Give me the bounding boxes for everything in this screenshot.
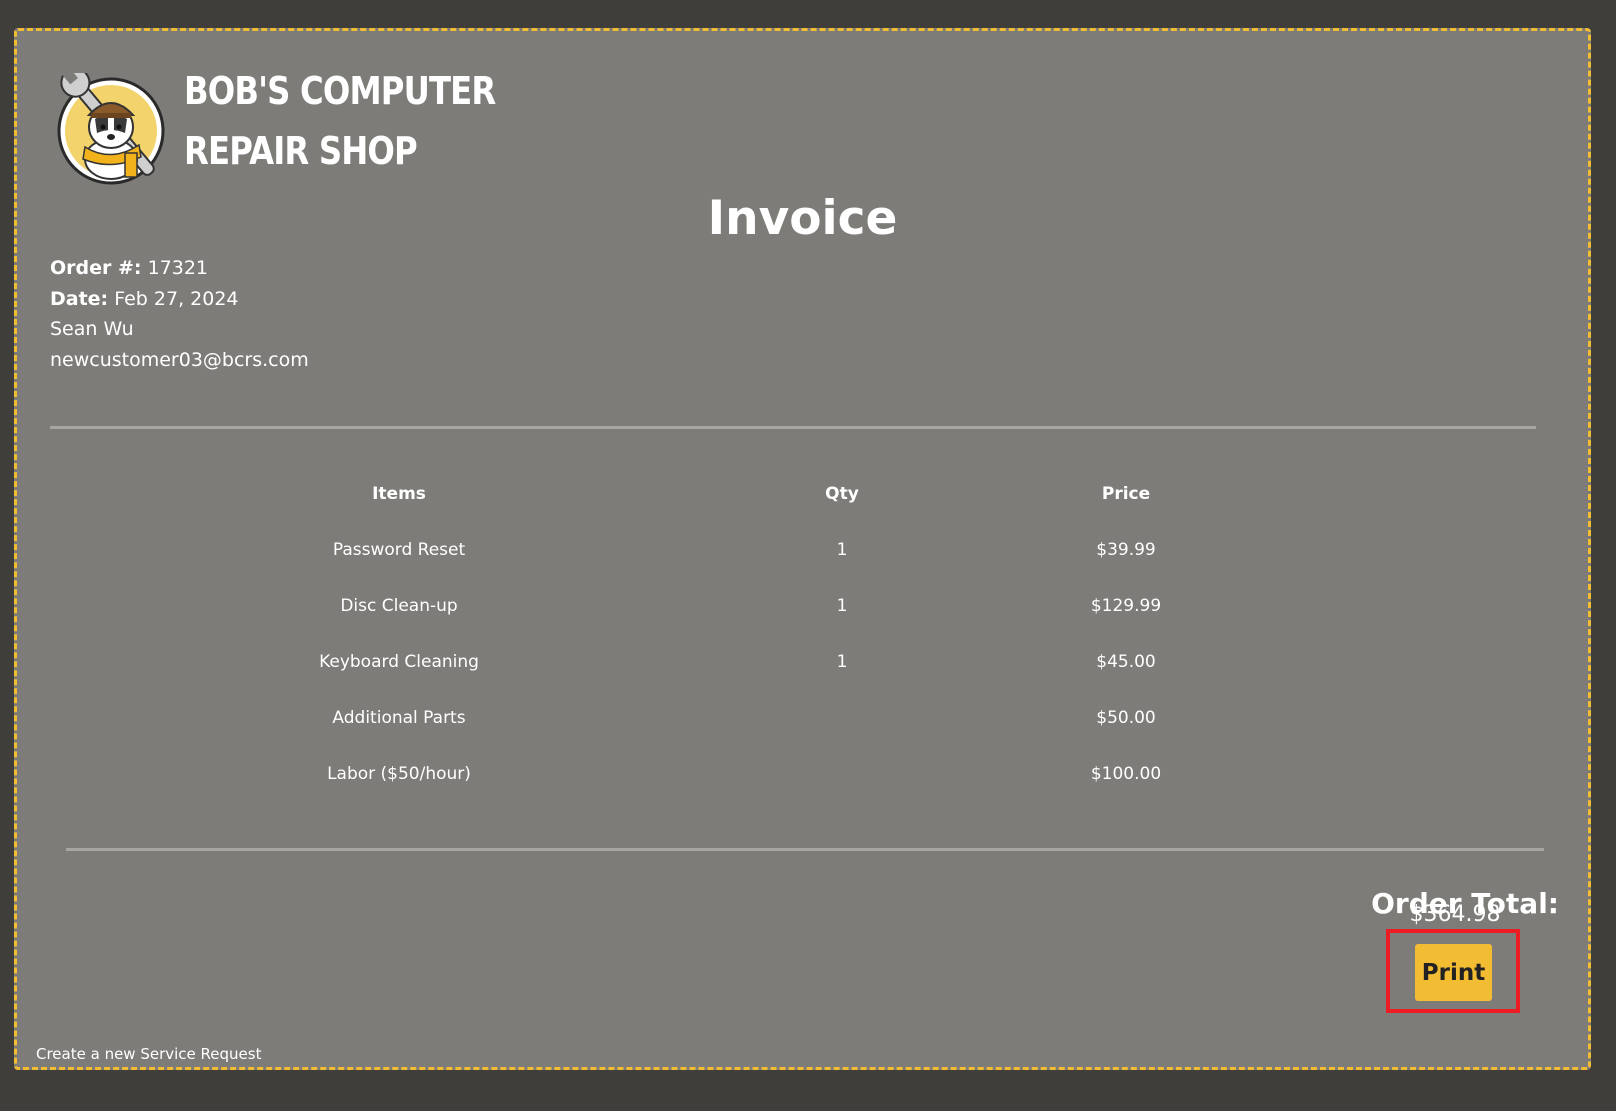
- order-date-line: Date: Feb 27, 2024: [50, 284, 309, 315]
- item-qty: 1: [836, 652, 848, 672]
- divider-bottom: [66, 848, 1544, 851]
- customer-name: Sean Wu: [50, 318, 134, 340]
- order-total-value: $364.98: [1409, 902, 1501, 927]
- item-qty: 1: [836, 596, 848, 616]
- order-details: Order #: 17321 Date: Feb 27, 2024 Sean W…: [50, 253, 309, 375]
- column-header-price: Price: [1101, 484, 1151, 504]
- table-row: Labor ($50/hour) $100.00: [17, 764, 1588, 788]
- item-qty: 1: [836, 540, 848, 560]
- item-price: $45.00: [1096, 652, 1156, 672]
- divider-top: [50, 426, 1536, 429]
- item-price: $129.99: [1090, 596, 1162, 616]
- table-header-row: Items Qty Price: [17, 484, 1588, 508]
- table-row: Disc Clean-up 1 $129.99: [17, 596, 1588, 620]
- page-title: Invoice: [707, 191, 898, 246]
- order-date-label: Date:: [50, 287, 109, 310]
- shop-name: BOB'S COMPUTER REPAIR SHOP: [184, 61, 496, 181]
- order-number-value: 17321: [147, 257, 209, 279]
- item-price: $39.99: [1096, 540, 1156, 560]
- item-name: Disc Clean-up: [340, 596, 458, 616]
- print-button[interactable]: Print: [1415, 944, 1492, 1001]
- table-row: Password Reset 1 $39.99: [17, 540, 1588, 564]
- item-name: Additional Parts: [332, 708, 466, 728]
- badger-mechanic-logo-icon: [55, 67, 185, 185]
- column-header-qty: Qty: [825, 484, 859, 504]
- item-price: $50.00: [1096, 708, 1156, 728]
- table-row: Keyboard Cleaning 1 $45.00: [17, 652, 1588, 676]
- order-number-label: Order #:: [50, 257, 142, 279]
- table-row: Additional Parts $50.00: [17, 708, 1588, 732]
- item-price: $100.00: [1090, 764, 1162, 784]
- shop-name-line2: REPAIR SHOP: [184, 129, 418, 173]
- shop-name-line1: BOB'S COMPUTER: [184, 69, 496, 113]
- customer-email: newcustomer03@bcrs.com: [50, 348, 309, 371]
- order-number-line: Order #: 17321: [50, 253, 309, 284]
- column-header-items: Items: [372, 484, 426, 504]
- order-date-value: Feb 27, 2024: [114, 287, 239, 310]
- item-name: Keyboard Cleaning: [319, 652, 479, 672]
- create-service-request-link[interactable]: Create a new Service Request: [36, 1045, 261, 1063]
- item-name: Password Reset: [332, 540, 466, 560]
- invoice-panel: BOB'S COMPUTER REPAIR SHOP Invoice Order…: [14, 28, 1591, 1070]
- item-name: Labor ($50/hour): [327, 764, 471, 784]
